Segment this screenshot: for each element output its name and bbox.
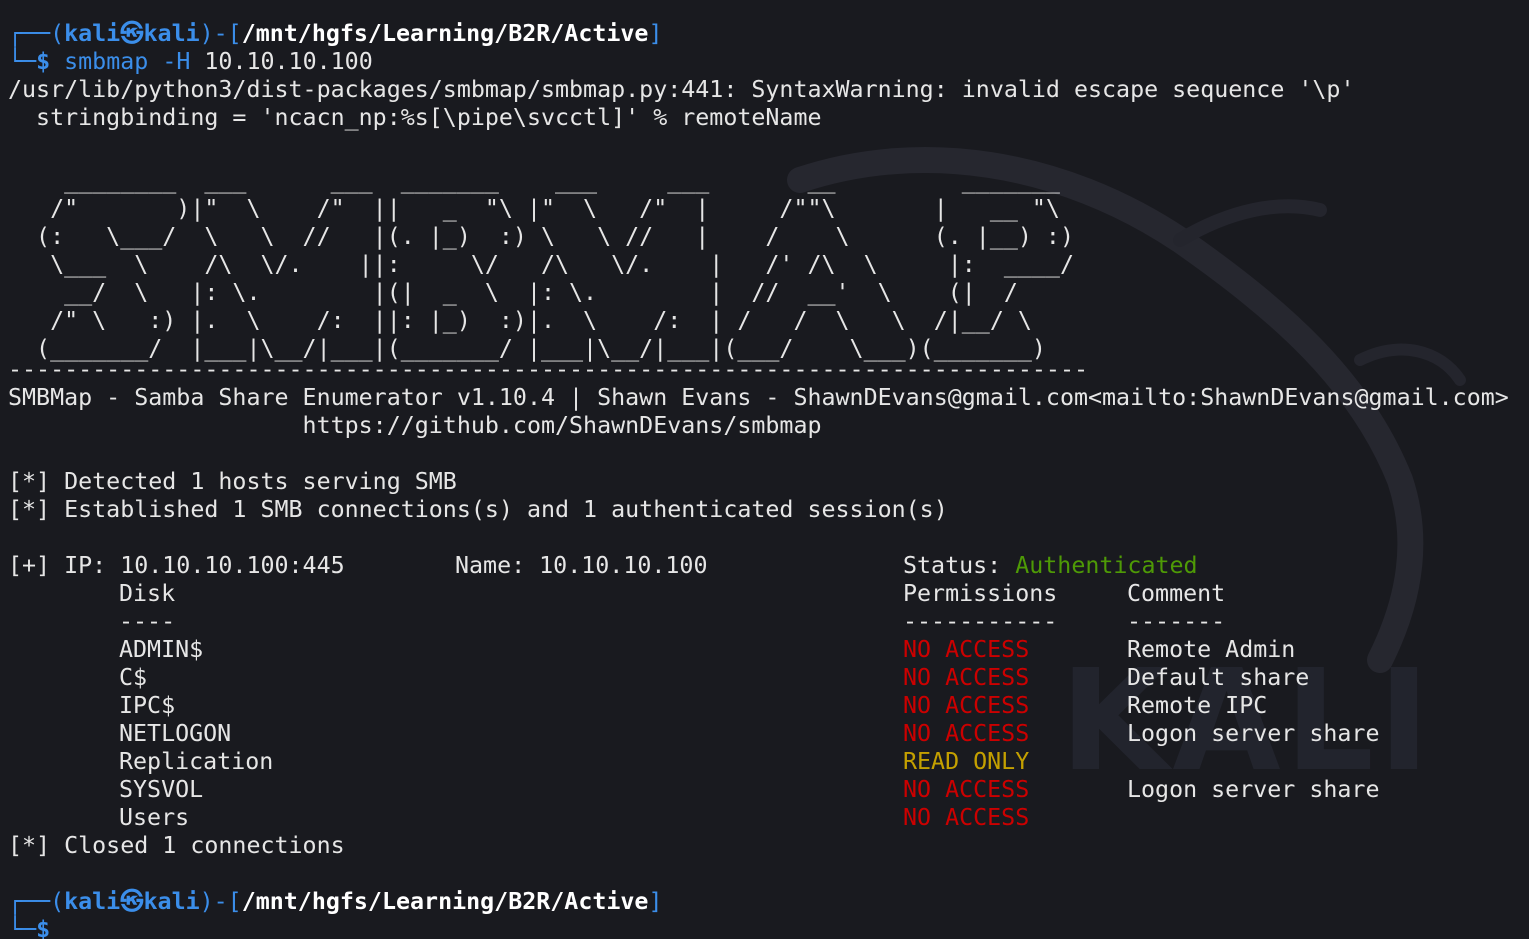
command-target: 10.10.10.100	[204, 48, 373, 75]
prompt-line: ┌──(kali㉿kali)-[/mnt/hgfs/Learning/B2R/A…	[8, 888, 663, 915]
prompt-at-icon: ㉿	[120, 888, 144, 915]
prompt-user: kali	[64, 20, 121, 47]
header-permissions: Permissions	[903, 580, 1058, 607]
command-line: └─$ smbmap -H 10.10.10.100	[8, 48, 373, 75]
share-permission: NO ACCESS	[903, 636, 1030, 663]
command-program: smbmap	[64, 48, 149, 75]
header-comment: Comment	[1127, 580, 1226, 607]
share-comment: Default share	[1127, 664, 1310, 691]
header-disk: Disk	[119, 580, 176, 607]
share-comment: Remote IPC	[1127, 692, 1268, 719]
underline-permissions: -----------	[903, 608, 1058, 635]
share-name: Users	[119, 804, 190, 831]
prompt-user: kali	[64, 888, 121, 915]
host-status-label: Status:	[903, 552, 1016, 579]
host-status-value: Authenticated	[1015, 552, 1198, 579]
prompt-dollar: $	[36, 916, 51, 939]
banner-credit: SMBMap - Samba Share Enumerator v1.10.4 …	[8, 384, 1509, 411]
banner-url: https://github.com/ShawnDEvans/smbmap	[8, 412, 822, 439]
warning-line: /usr/lib/python3/dist-packages/smbmap/sm…	[8, 76, 1355, 103]
share-name: C$	[119, 664, 148, 691]
warning-code-line: stringbinding = 'ncacn_np:%s[\pipe\svcct…	[8, 104, 822, 131]
share-permission: READ ONLY	[903, 748, 1030, 775]
share-comment: Logon server share	[1127, 720, 1380, 747]
prompt-host: kali	[143, 888, 200, 915]
prompt-path: /mnt/hgfs/Learning/B2R/Active	[241, 20, 649, 47]
terminal-window[interactable]: KALI ┌──(kali㉿kali)-[/mnt/hgfs/Learning/…	[0, 0, 1529, 939]
prompt-path: /mnt/hgfs/Learning/B2R/Active	[241, 888, 649, 915]
share-name: ADMIN$	[119, 636, 204, 663]
status-established: [*] Established 1 SMB connections(s) and…	[8, 496, 948, 523]
share-name: NETLOGON	[119, 720, 232, 747]
share-name: SYSVOL	[119, 776, 204, 803]
share-permission: NO ACCESS	[903, 720, 1030, 747]
banner-separator: ----------------------------------------…	[8, 356, 1088, 383]
prompt-at-icon: ㉿	[120, 20, 144, 47]
host-name: Name: 10.10.10.100	[455, 552, 708, 579]
share-permission: NO ACCESS	[903, 804, 1030, 831]
prompt-host: kali	[143, 20, 200, 47]
prompt-dollar: $	[36, 48, 51, 75]
share-comment: Logon server share	[1127, 776, 1380, 803]
prompt-line: ┌──(kali㉿kali)-[/mnt/hgfs/Learning/B2R/A…	[8, 20, 663, 47]
share-name: IPC$	[119, 692, 176, 719]
status-detected: [*] Detected 1 hosts serving SMB	[8, 468, 457, 495]
share-permission: NO ACCESS	[903, 664, 1030, 691]
share-comment: Remote Admin	[1127, 636, 1296, 663]
command-input-line[interactable]: └─$	[8, 916, 50, 939]
share-permission: NO ACCESS	[903, 692, 1030, 719]
underline-comment: -------	[1127, 608, 1226, 635]
share-permission: NO ACCESS	[903, 776, 1030, 803]
underline-disk: ----	[119, 608, 176, 635]
command-flag: -H	[162, 48, 191, 75]
smbmap-ascii-banner: ________ ___ ___ _______ ___ ___ __ ____…	[36, 167, 1074, 362]
status-closed: [*] Closed 1 connections	[8, 832, 345, 859]
host-ip: [+] IP: 10.10.10.100:445	[8, 552, 345, 579]
share-name: Replication	[119, 748, 274, 775]
host-status: Status: Authenticated	[903, 552, 1198, 580]
